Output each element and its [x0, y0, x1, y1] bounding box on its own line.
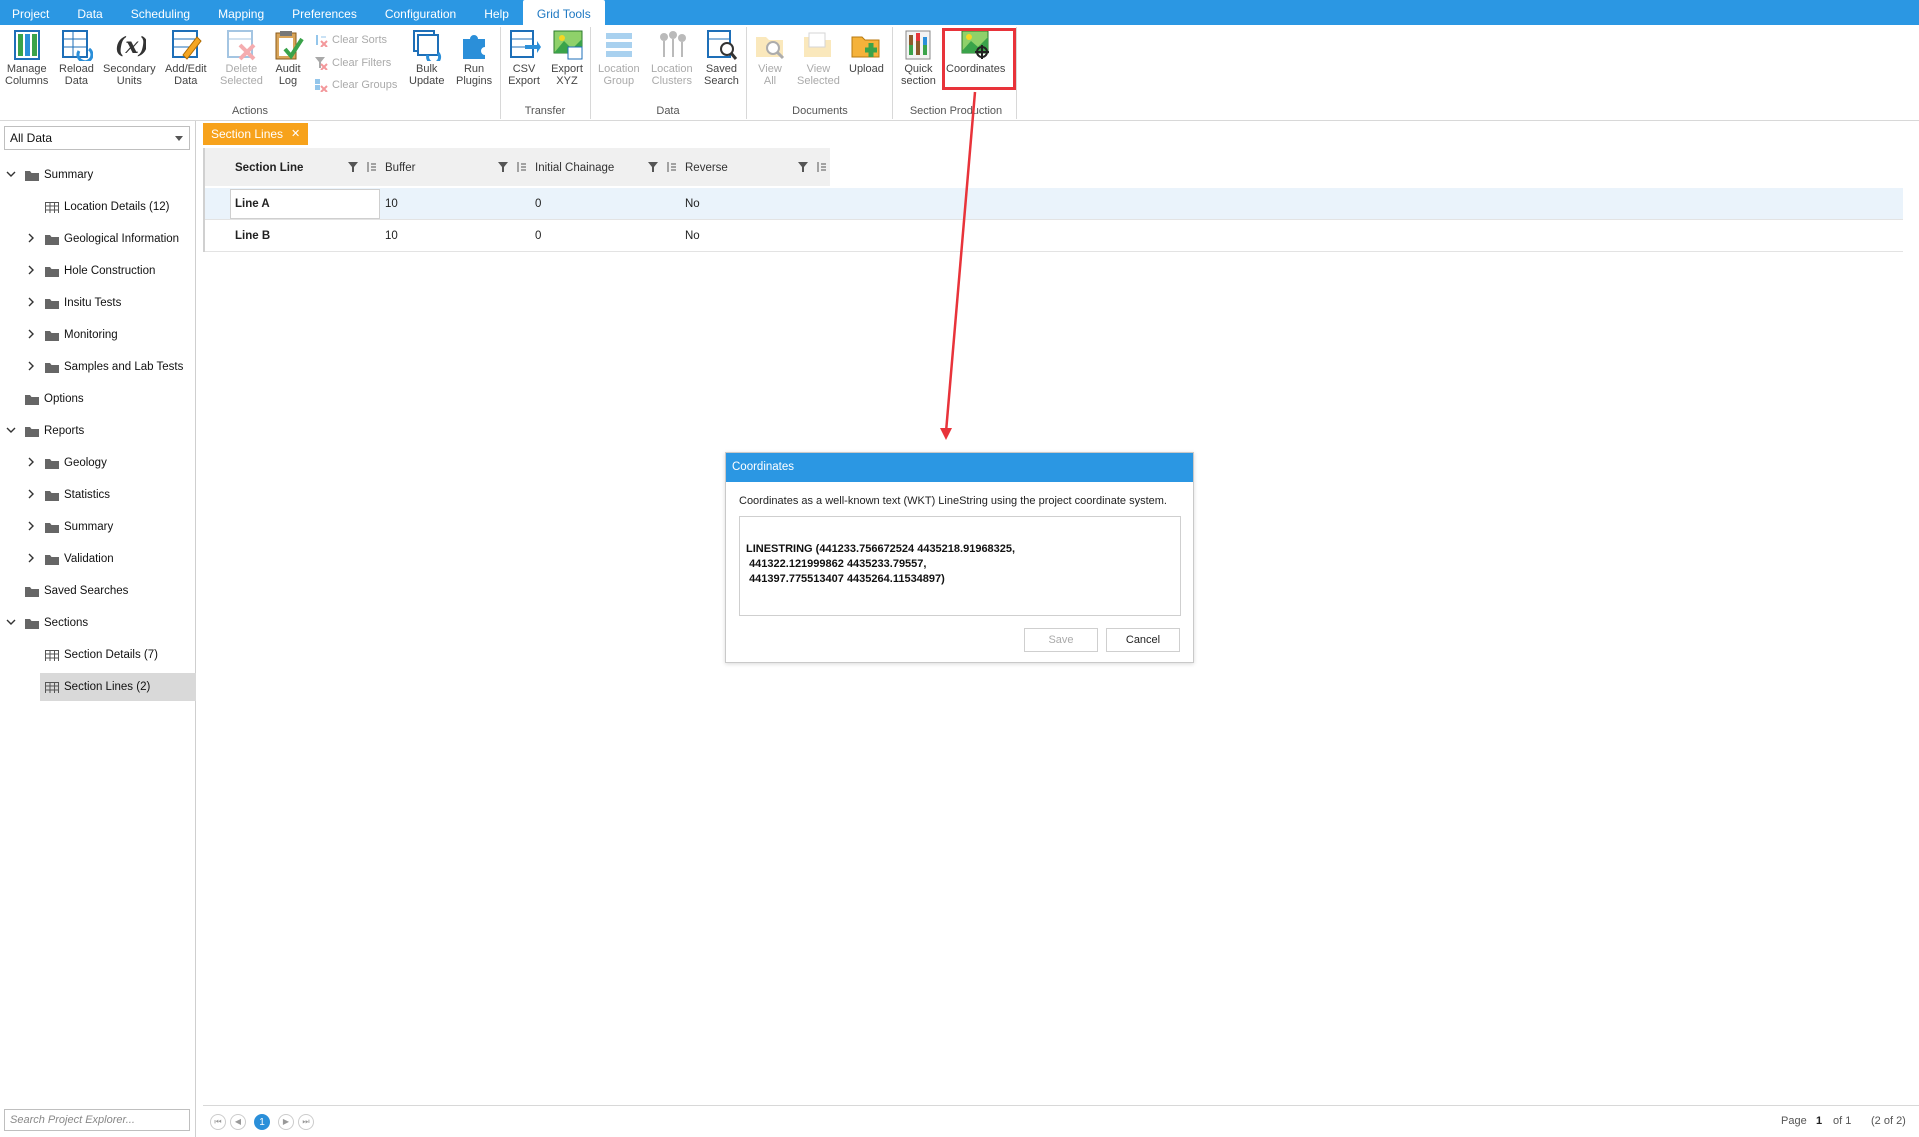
- cancel-button[interactable]: Cancel: [1106, 628, 1180, 652]
- coordinates-dialog: Coordinates Coordinates as a well-known …: [725, 452, 1194, 663]
- dialog-title: Coordinates: [726, 453, 1193, 482]
- dialog-description: Coordinates as a well-known text (WKT) L…: [739, 495, 1167, 507]
- coordinates-textarea[interactable]: LINESTRING (441233.756672524 4435218.919…: [739, 516, 1181, 616]
- save-button[interactable]: Save: [1024, 628, 1098, 652]
